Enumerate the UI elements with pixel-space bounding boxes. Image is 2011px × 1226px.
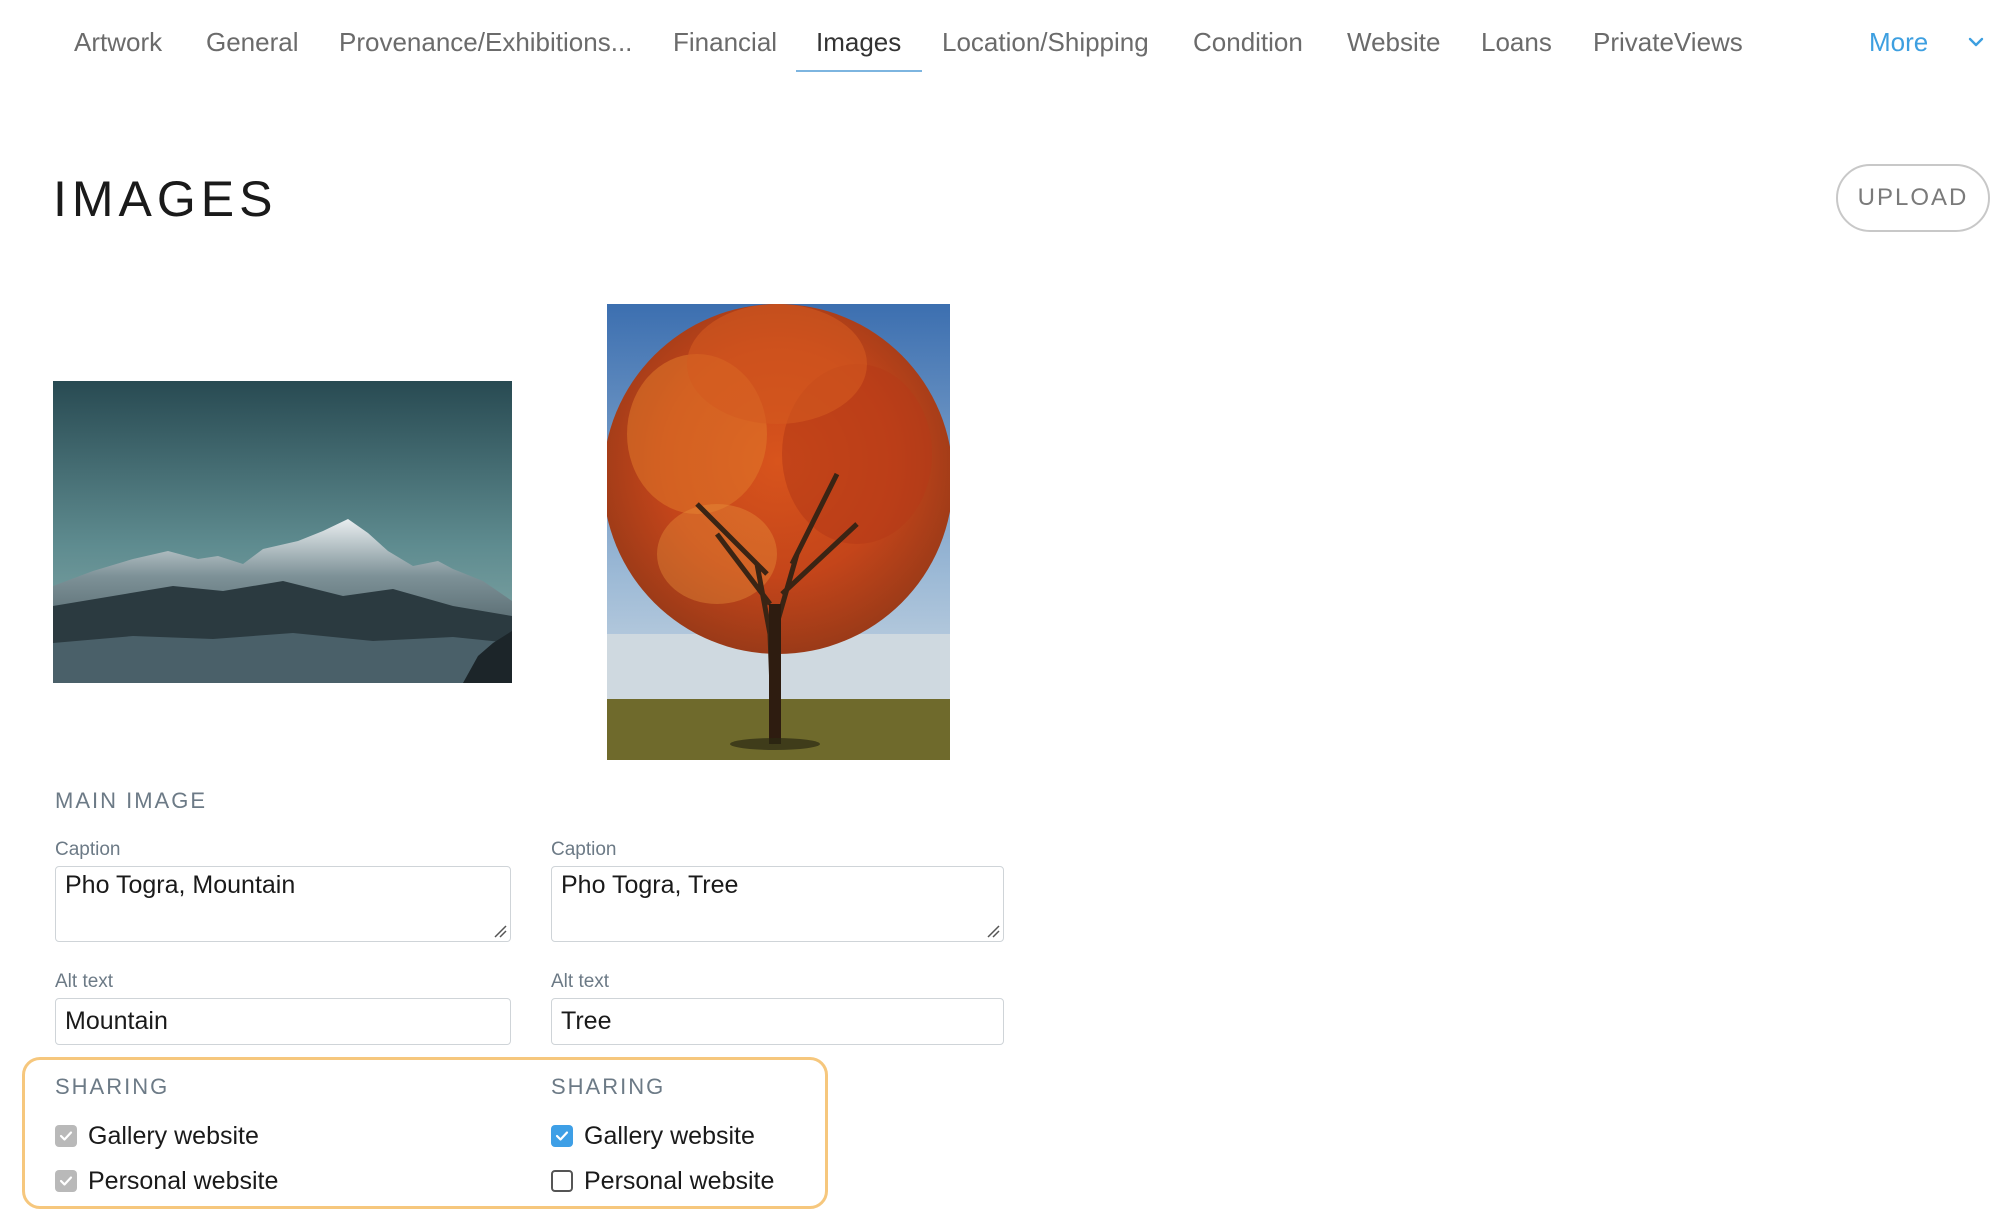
- tree-image[interactable]: [607, 304, 950, 760]
- tab-condition[interactable]: Condition: [1193, 24, 1303, 60]
- alt-text-value: Tree: [561, 1007, 612, 1035]
- more-menu-button[interactable]: More: [1869, 24, 1984, 60]
- checkbox-label: Gallery website: [584, 1121, 755, 1150]
- tab-images[interactable]: Images: [816, 24, 901, 60]
- caption-value: Pho Togra, Mountain: [65, 871, 296, 899]
- alt-text-value: Mountain: [65, 1007, 168, 1035]
- resize-handle-icon[interactable]: [493, 924, 507, 938]
- chevron-down-icon: [1968, 37, 1984, 47]
- gallery-website-checkbox-mountain[interactable]: Gallery website: [55, 1121, 259, 1151]
- mountain-image[interactable]: [53, 381, 512, 683]
- checkbox-label: Personal website: [88, 1166, 279, 1195]
- checkbox-label: Personal website: [584, 1166, 775, 1195]
- checkmark-icon: [551, 1125, 573, 1147]
- tab-general[interactable]: General: [206, 24, 299, 60]
- alt-text-field-tree[interactable]: Tree: [551, 998, 1004, 1045]
- checkbox-label: Gallery website: [88, 1121, 259, 1150]
- upload-button[interactable]: UPLOAD: [1836, 164, 1990, 232]
- caption-label: Caption: [55, 839, 121, 860]
- tab-artwork[interactable]: Artwork: [74, 24, 162, 60]
- mountain-picture: [53, 381, 512, 683]
- tree-picture: [607, 304, 950, 760]
- checkmark-icon: [55, 1170, 77, 1192]
- sharing-label: SHARING: [551, 1074, 666, 1099]
- alt-text-field-mountain[interactable]: Mountain: [55, 998, 511, 1045]
- caption-label: Caption: [551, 839, 617, 860]
- tab-financial[interactable]: Financial: [673, 24, 777, 60]
- personal-website-checkbox-mountain[interactable]: Personal website: [55, 1166, 278, 1196]
- caption-field-tree[interactable]: Pho Togra, Tree: [551, 866, 1004, 942]
- more-label: More: [1869, 27, 1929, 57]
- checkmark-icon: [55, 1125, 77, 1147]
- main-image-label: MAIN IMAGE: [55, 788, 208, 813]
- caption-field-mountain[interactable]: Pho Togra, Mountain: [55, 866, 511, 942]
- tab-website[interactable]: Website: [1347, 24, 1440, 60]
- page-title: IMAGES: [53, 171, 278, 227]
- active-tab-indicator: [796, 70, 922, 72]
- alt-text-label: Alt text: [55, 971, 114, 992]
- gallery-website-checkbox-tree[interactable]: Gallery website: [551, 1121, 755, 1151]
- sharing-label: SHARING: [55, 1074, 170, 1099]
- tab-loans[interactable]: Loans: [1481, 24, 1552, 60]
- tab-privateviews[interactable]: PrivateViews: [1593, 24, 1743, 60]
- alt-text-label: Alt text: [551, 971, 610, 992]
- tab-provenance-exhibitions[interactable]: Provenance/Exhibitions...: [339, 24, 632, 60]
- caption-value: Pho Togra, Tree: [561, 871, 739, 899]
- tab-location-shipping[interactable]: Location/Shipping: [942, 24, 1149, 60]
- personal-website-checkbox-tree[interactable]: Personal website: [551, 1166, 774, 1196]
- resize-handle-icon[interactable]: [986, 924, 1000, 938]
- empty-checkbox-icon: [551, 1170, 573, 1192]
